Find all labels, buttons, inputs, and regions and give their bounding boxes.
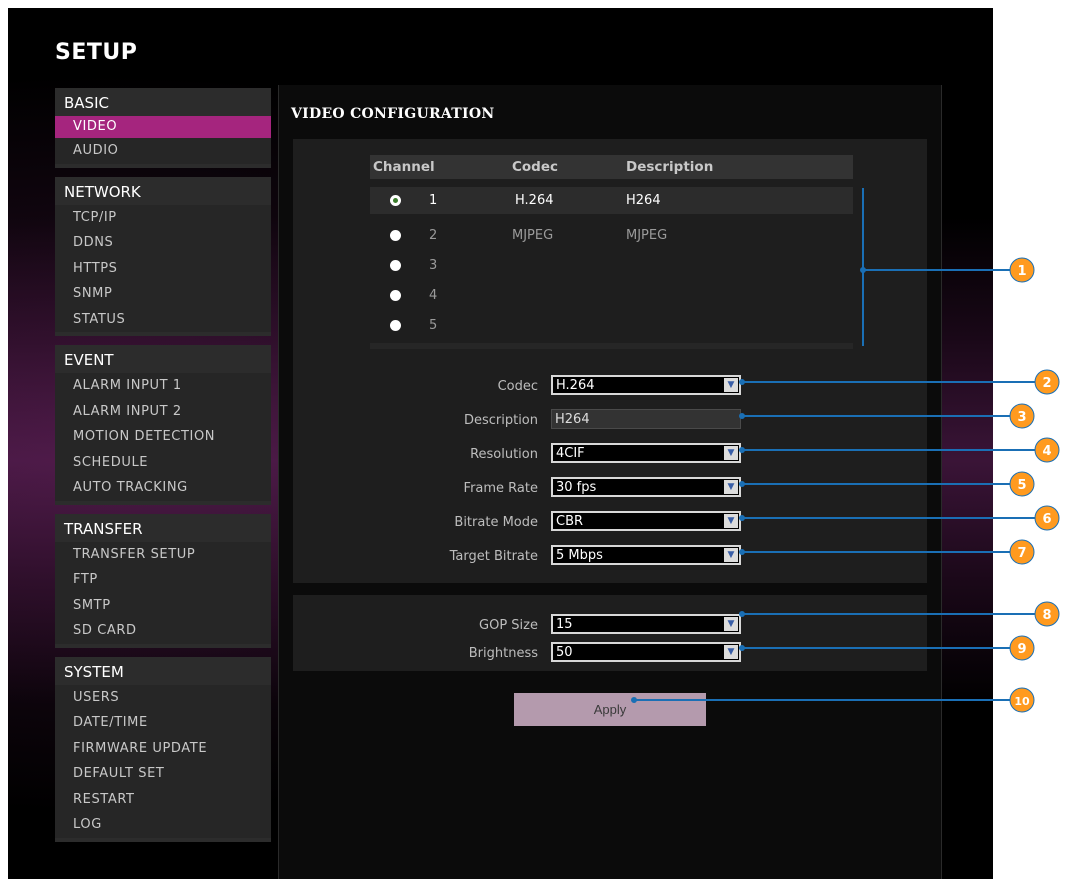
callout-badges: 1 2 3 4 5 6 7 8 9 10 xyxy=(1009,257,1060,713)
callout-badge-3: 3 xyxy=(1017,410,1026,425)
callout-annotations: 1 2 3 4 5 6 7 8 9 10 xyxy=(631,188,1060,713)
callout-badge-5: 5 xyxy=(1017,478,1026,493)
callout-badge-1: 1 xyxy=(1017,264,1026,279)
callout-badge-6: 6 xyxy=(1042,512,1051,527)
callout-badge-9: 9 xyxy=(1017,642,1026,657)
callout-badge-4: 4 xyxy=(1042,444,1051,459)
callout-badge-7: 7 xyxy=(1017,546,1026,561)
callout-badge-10: 10 xyxy=(1014,695,1030,708)
callout-badge-2: 2 xyxy=(1042,376,1051,391)
callout-badge-8: 8 xyxy=(1042,608,1051,623)
